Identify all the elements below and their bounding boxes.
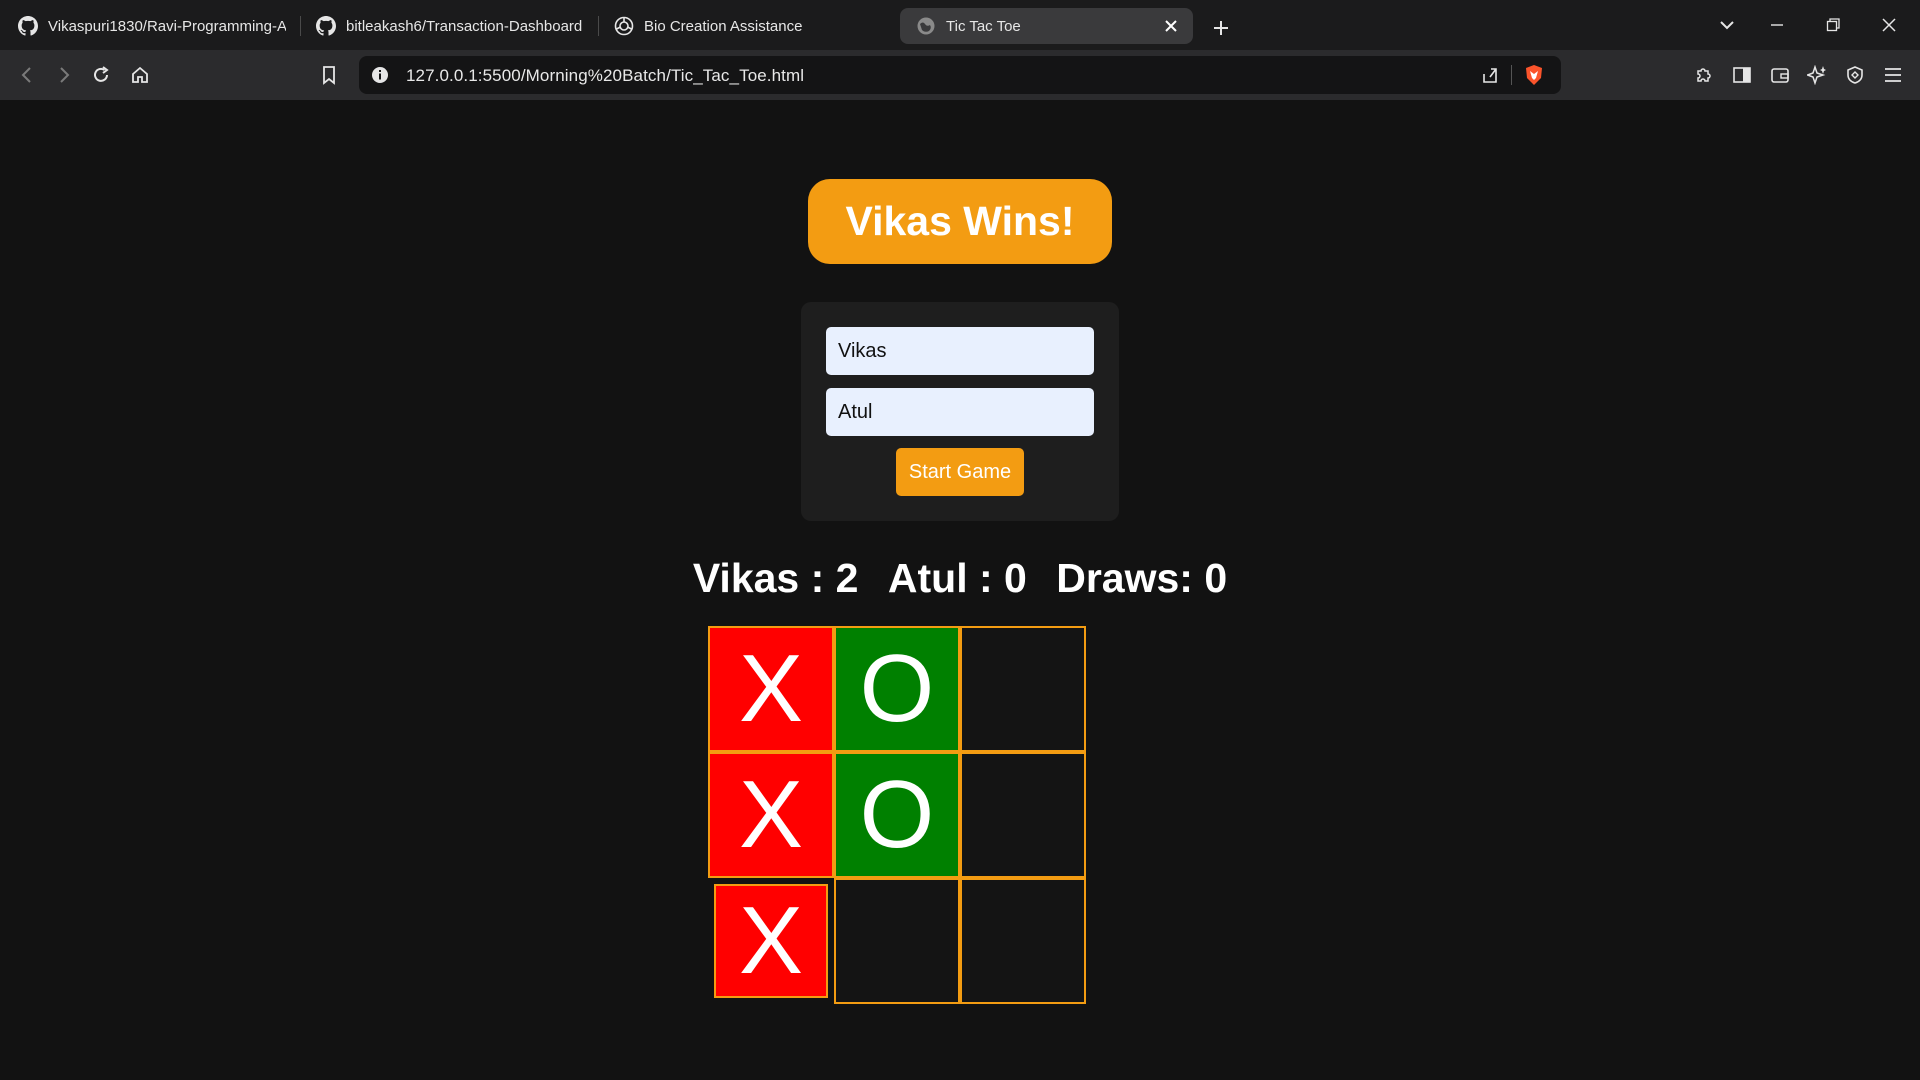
tab-label: Tic Tac Toe	[946, 17, 1021, 35]
home-icon	[132, 66, 148, 83]
game-board: X O X O X	[708, 626, 1086, 1004]
bookmark-icon	[323, 66, 335, 85]
bookmark-button[interactable]	[316, 62, 342, 88]
home-button[interactable]	[127, 62, 153, 88]
tab-separator	[598, 16, 599, 36]
address-bar[interactable]: 127.0.0.1:5500/Morning%20Batch/Tic_Tac_T…	[359, 56, 1561, 94]
draws-score: Draws: 0	[1056, 555, 1228, 601]
forward-arrow-icon	[60, 67, 70, 83]
tab-separator	[300, 16, 301, 36]
brave-shield-icon[interactable]	[1524, 64, 1544, 86]
reload-icon	[94, 66, 109, 82]
board-cell-8[interactable]	[834, 878, 960, 1004]
board-cell-2[interactable]: O	[834, 626, 960, 752]
url-text[interactable]: 127.0.0.1:5500/Morning%20Batch/Tic_Tac_T…	[406, 66, 804, 86]
scoreboard: Vikas : 2 Atul : 0 Draws: 0	[0, 555, 1920, 602]
player-setup-panel: Start Game	[801, 302, 1119, 521]
back-arrow-icon	[21, 67, 31, 83]
tab-bio-creation[interactable]: Bio Creation Assistance	[614, 8, 874, 44]
sidebar-button[interactable]	[1729, 62, 1755, 88]
menu-button[interactable]	[1880, 62, 1906, 88]
close-icon	[1882, 18, 1896, 32]
plus-icon	[1214, 21, 1228, 35]
player2-name-input[interactable]	[826, 388, 1094, 436]
share-icon[interactable]	[1480, 65, 1500, 85]
player1-score: Vikas : 2	[692, 555, 859, 601]
tab-label: Bio Creation Assistance	[644, 17, 803, 35]
new-tab-button[interactable]	[1207, 14, 1235, 42]
board-cell-6[interactable]	[960, 752, 1086, 878]
close-window-button[interactable]	[1876, 12, 1902, 38]
reload-button[interactable]	[88, 62, 114, 88]
tab-github-ravi[interactable]: Vikaspuri1830/Ravi-Programming-A	[18, 8, 286, 44]
url-divider	[1511, 65, 1512, 85]
board-cell-5[interactable]: O	[834, 752, 960, 878]
browser-toolbar: 127.0.0.1:5500/Morning%20Batch/Tic_Tac_T…	[0, 50, 1920, 100]
minimize-button[interactable]	[1764, 12, 1790, 38]
sidebar-icon	[1733, 67, 1751, 83]
sparkle-icon	[1807, 65, 1826, 85]
board-cell-9[interactable]	[960, 878, 1086, 1004]
minimize-icon	[1771, 24, 1783, 26]
forward-button[interactable]	[51, 62, 77, 88]
hamburger-icon	[1885, 68, 1901, 82]
back-button[interactable]	[14, 62, 40, 88]
chevron-down-icon	[1720, 21, 1734, 30]
winner-banner: Vikas Wins!	[808, 179, 1112, 264]
board-cell-7[interactable]: X	[714, 884, 828, 998]
board-cell-4[interactable]: X	[708, 752, 834, 878]
github-icon	[18, 16, 38, 36]
board-cell-3[interactable]	[960, 626, 1086, 752]
wallet-button[interactable]	[1767, 62, 1793, 88]
globe-icon	[917, 17, 935, 35]
restore-icon	[1826, 18, 1840, 32]
player2-score: Atul : 0	[887, 555, 1027, 601]
player1-name-input[interactable]	[826, 327, 1094, 375]
wallet-icon	[1771, 68, 1789, 83]
leo-ai-button[interactable]	[1804, 62, 1830, 88]
github-icon	[316, 16, 336, 36]
restore-button[interactable]	[1820, 12, 1846, 38]
page-content: Vikas Wins! Start Game Vikas : 2 Atul : …	[0, 100, 1920, 1080]
board-cell-1[interactable]: X	[708, 626, 834, 752]
tab-github-transaction[interactable]: bitleakash6/Transaction-Dashboard	[316, 8, 584, 44]
tab-strip: Vikaspuri1830/Ravi-Programming-A bitleak…	[0, 0, 1920, 50]
info-icon[interactable]	[371, 66, 389, 84]
shield-icon	[1847, 66, 1863, 84]
tab-label: bitleakash6/Transaction-Dashboard	[346, 17, 583, 35]
tab-tic-tac-toe[interactable]: Tic Tac Toe	[900, 8, 1193, 44]
start-game-button[interactable]: Start Game	[896, 448, 1024, 496]
puzzle-icon	[1697, 68, 1711, 82]
close-tab-icon[interactable]	[1161, 16, 1181, 36]
tab-search-button[interactable]	[1714, 12, 1740, 38]
openai-icon	[614, 16, 634, 36]
tab-label: Vikaspuri1830/Ravi-Programming-A	[48, 17, 286, 35]
vpn-button[interactable]	[1842, 62, 1868, 88]
extensions-button[interactable]	[1691, 62, 1717, 88]
